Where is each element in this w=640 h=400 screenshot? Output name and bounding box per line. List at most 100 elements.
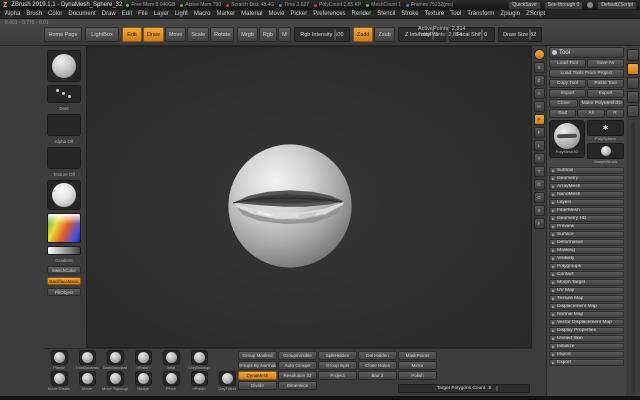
section-geometry[interactable]: ▶ Geometry [549, 175, 624, 182]
menu-document[interactable]: Document [68, 11, 95, 17]
ghost-transparency-icon[interactable]: G [533, 179, 545, 190]
button-group-masked[interactable]: Group Masked [238, 351, 277, 360]
button-dynamesh[interactable]: DynaMesh [238, 371, 277, 380]
paint-button-mrgb[interactable]: Mrgb [237, 27, 258, 42]
button-blur-2[interactable]: Blur 2 [358, 371, 397, 380]
section-morph-target[interactable]: ▶ Morph Target [549, 279, 624, 286]
paint-button-rgb[interactable]: Rgb [258, 27, 277, 42]
panel-scrollbar[interactable] [631, 122, 635, 393]
save-as-button[interactable]: Save As [587, 59, 624, 68]
color-picker[interactable] [47, 213, 81, 243]
paint-button-m[interactable]: M [277, 27, 291, 42]
see-through-swatch-icon[interactable] [586, 1, 595, 9]
see-through-slider[interactable]: See-through 0 [543, 0, 584, 10]
lightbox-button[interactable]: LightBox [85, 27, 119, 42]
clone-tool-button[interactable]: Clone [549, 99, 579, 108]
button-maskpoints[interactable]: MaskPoints [398, 351, 437, 360]
section-nanomesh[interactable]: ▶ NanoMesh [549, 191, 624, 198]
alpha-dock-icon[interactable] [627, 105, 639, 117]
material-thumbnail[interactable] [47, 180, 81, 210]
menu-stencil[interactable]: Stencil [377, 11, 395, 17]
recent-tool-simplebrush[interactable] [587, 142, 624, 159]
brush-nudge[interactable]: Nudge [130, 371, 156, 391]
section-subtool[interactable]: ▶ Subtool [549, 167, 624, 174]
section-uv-map[interactable]: ▶ UV Map [549, 287, 624, 294]
copy-tool-button[interactable]: Copy Tool [549, 79, 586, 88]
transparency-icon[interactable]: T [533, 166, 545, 177]
target-polygons-count-slider[interactable]: Target Polygons Count .5 [398, 384, 530, 393]
backface-mask-button[interactable]: BackfaceMask [47, 277, 81, 285]
brush-pinch[interactable]: Pinch [158, 371, 184, 391]
local-symmetry-icon[interactable]: L [533, 140, 545, 151]
load-tools-from-project-button[interactable]: Load Tools From Project [549, 69, 624, 78]
brush-planar[interactable]: Planar [46, 350, 72, 370]
menu-picker[interactable]: Picker [291, 11, 308, 17]
brush-move-elastic[interactable]: Move Elastic [46, 371, 72, 391]
goz-r-button[interactable]: R [605, 109, 625, 118]
load-tool-button[interactable]: Load Tool [549, 59, 586, 68]
make-polymesh3d-button[interactable]: Make PolyMesh3D [579, 99, 624, 108]
section-initialize[interactable]: ▶ Initialize [549, 343, 624, 350]
section-displacement-map[interactable]: ▶ Displacement Map [549, 303, 624, 310]
button-splithidden[interactable]: SplitHidden [318, 351, 357, 360]
button-groups-by-normals[interactable]: Groups By Normals [238, 361, 277, 370]
mode-button-scale[interactable]: Scale [187, 27, 210, 42]
import-tool-button[interactable]: Import [549, 89, 586, 98]
menu-color[interactable]: Color [48, 11, 62, 17]
button-auto-groups[interactable]: Auto Groups [278, 361, 317, 370]
section-import[interactable]: ▶ Import [549, 351, 624, 358]
button-groupsvisible[interactable]: GroupsVisible [278, 351, 317, 360]
button-close-holes[interactable]: Close Holes [358, 361, 397, 370]
rgb-intensity-slider[interactable]: Rgb Intensity 100 [293, 27, 350, 42]
button-del-hidden[interactable]: Del Hidden [358, 351, 397, 360]
paste-tool-button[interactable]: Paste Tool [587, 79, 624, 88]
menu-alpha[interactable]: Alpha [5, 11, 20, 17]
menu-brush[interactable]: Brush [26, 11, 42, 17]
actual-size-icon[interactable]: A [533, 88, 545, 99]
section-layers[interactable]: ▶ Layers [549, 199, 624, 206]
goz-button[interactable]: GoZ [549, 109, 577, 118]
persp-icon[interactable]: P [533, 114, 545, 125]
section-geometry-hd[interactable]: ▶ Geometry HD [549, 215, 624, 222]
section-export[interactable]: ▶ Export [549, 359, 624, 366]
alpha-thumbnail[interactable] [47, 114, 81, 136]
mode-button-edit[interactable]: Edit [122, 27, 142, 42]
section-masking[interactable]: ▶ Masking [549, 247, 624, 254]
section-display-properties[interactable]: ▶ Display Properties [549, 327, 624, 334]
brush-move[interactable]: Move [74, 371, 100, 391]
section-deformation[interactable]: ▶ Deformation [549, 239, 624, 246]
menu-preferences[interactable]: Preferences [313, 11, 345, 17]
menu-layer[interactable]: Layer [154, 11, 169, 17]
section-contact[interactable]: ▶ Contact [549, 271, 624, 278]
bpr-render-button[interactable] [533, 49, 545, 60]
menu-zplugin[interactable]: Zplugin [500, 11, 520, 17]
frame-mesh-icon[interactable]: F [533, 218, 545, 229]
button-group-split[interactable]: Group Split [318, 361, 357, 370]
button-mirror[interactable]: Mirror [398, 361, 437, 370]
mode-button-rotate[interactable]: Rotate [210, 27, 235, 42]
brush-hpolish[interactable]: hPolish [130, 350, 156, 370]
activate-symmetry-icon[interactable]: Y [533, 153, 545, 164]
home-page-button[interactable]: Home Page [44, 27, 82, 42]
color-gradient-bar[interactable] [47, 246, 81, 255]
section-normal-map[interactable]: ▶ Normal Map [549, 311, 624, 318]
menu-transform[interactable]: Transform [467, 11, 494, 17]
brush-damstandard[interactable]: DamStandard [102, 350, 128, 370]
brush-claybuildup[interactable]: ClayBuildup [186, 350, 212, 370]
floor-grid-icon[interactable]: F [533, 127, 545, 138]
quick-pick-dock-icon[interactable] [627, 63, 639, 75]
section-fibermesh[interactable]: ▶ FiberMesh [549, 207, 624, 214]
stroke-type-thumbnail[interactable] [47, 85, 81, 103]
quicksave-button[interactable]: QuickSave [508, 0, 541, 10]
section-unified-skin[interactable]: ▶ Unified Skin [549, 335, 624, 342]
current-brush-thumbnail[interactable] [47, 50, 81, 82]
section-texture-map[interactable]: ▶ Texture Map [549, 295, 624, 302]
brush-claytubes[interactable]: ClayTubes [214, 371, 240, 391]
solo-mode-icon[interactable]: O [533, 192, 545, 203]
menu-zscript[interactable]: ZScript [526, 11, 545, 17]
menu-movie[interactable]: Movie [269, 11, 285, 17]
sculpt-button-zsub[interactable]: Zsub [374, 27, 395, 42]
right-tray-divider-icon[interactable] [627, 49, 639, 61]
section-preview[interactable]: ▶ Preview [549, 223, 624, 230]
texture-thumbnail[interactable] [47, 147, 81, 169]
